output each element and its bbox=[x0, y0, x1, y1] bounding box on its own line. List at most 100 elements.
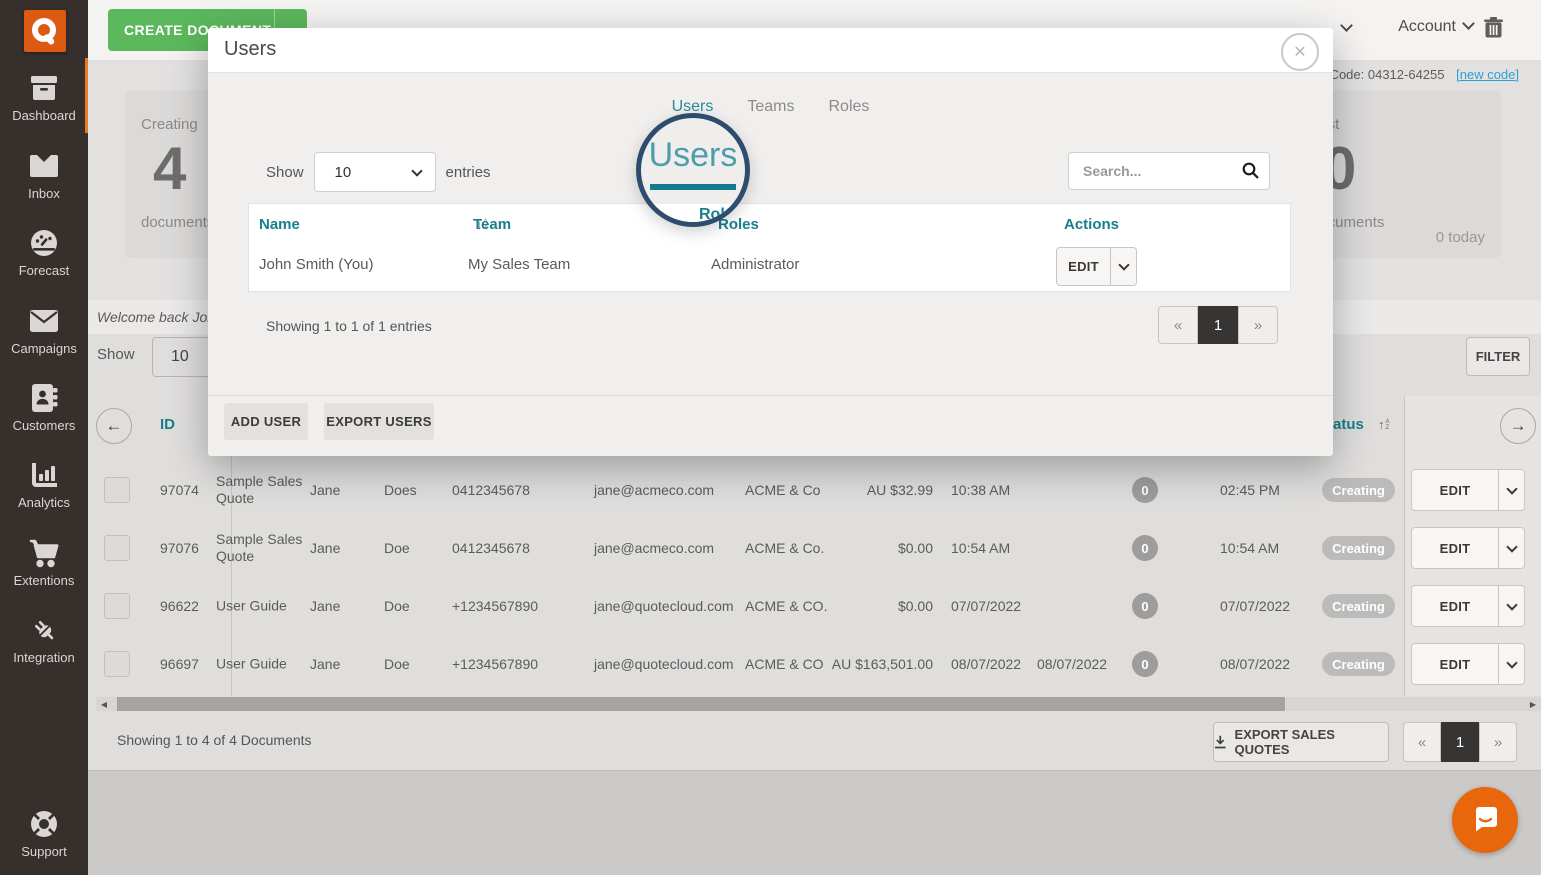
table-row: 96697 User Guide Jane Doe +1234567890 ja… bbox=[88, 635, 1541, 693]
sidebar-item-extentions[interactable]: Extentions bbox=[0, 537, 88, 588]
scroll-left-button[interactable]: ← bbox=[96, 408, 132, 444]
search-icon[interactable] bbox=[1242, 162, 1259, 179]
export-sales-quotes-button[interactable]: EXPORT SALES QUOTES bbox=[1213, 722, 1389, 762]
edit-dropdown-toggle[interactable] bbox=[1499, 469, 1525, 511]
filter-label: FILTER bbox=[1476, 349, 1521, 364]
row-edit-button[interactable]: EDIT bbox=[1411, 643, 1525, 685]
users-header-team[interactable]: Team bbox=[473, 216, 511, 233]
row-checkbox[interactable] bbox=[104, 651, 130, 677]
chat-widget-button[interactable] bbox=[1452, 787, 1518, 853]
sidebar-item-analytics[interactable]: Analytics bbox=[0, 459, 88, 510]
user-edit-button[interactable]: EDIT bbox=[1056, 247, 1137, 286]
magnified-roles-label: Roles bbox=[699, 206, 743, 224]
tab-teams[interactable]: Teams bbox=[747, 98, 794, 116]
scrollbar-left-arrow-icon[interactable]: ◀ bbox=[96, 697, 112, 711]
modal-show-entries: Show 10 entries bbox=[266, 152, 491, 192]
page-size-value: 10 bbox=[335, 164, 352, 181]
cell-email: jane@acmeco.com bbox=[594, 482, 714, 498]
cell-id: 96697 bbox=[160, 656, 199, 672]
chevron-down-icon[interactable] bbox=[1334, 20, 1351, 38]
sidebar-item-label: Support bbox=[0, 844, 88, 859]
search-input[interactable] bbox=[1068, 152, 1270, 190]
row-edit-button[interactable]: EDIT bbox=[1411, 585, 1525, 627]
modal-close-button[interactable]: ✕ bbox=[1281, 33, 1319, 71]
edit-button-label[interactable]: EDIT bbox=[1411, 643, 1499, 685]
trash-icon[interactable] bbox=[1484, 17, 1503, 44]
account-label: Account bbox=[1398, 18, 1456, 35]
download-icon bbox=[1214, 735, 1227, 749]
pagination-prev[interactable]: « bbox=[1158, 306, 1198, 344]
users-header-name[interactable]: Name ↓AZ bbox=[259, 216, 488, 233]
cell-email: jane@acmeco.com bbox=[594, 540, 714, 556]
cell-date: 08/07/2022 bbox=[1037, 656, 1107, 672]
pagination-prev[interactable]: « bbox=[1403, 722, 1441, 762]
cell-id: 97074 bbox=[160, 482, 199, 498]
cell-first-name: Jane bbox=[310, 540, 340, 556]
tab-roles[interactable]: Roles bbox=[829, 98, 870, 116]
modal-title: Users bbox=[224, 38, 276, 61]
sidebar-item-integration[interactable]: Integration bbox=[0, 614, 88, 665]
new-code-link[interactable]: [new code] bbox=[1456, 67, 1519, 82]
edit-button-label[interactable]: EDIT bbox=[1411, 469, 1499, 511]
add-user-button[interactable]: ADD USER bbox=[224, 403, 308, 440]
pagination-page-1[interactable]: 1 bbox=[1198, 306, 1238, 344]
count-badge: 0 bbox=[1132, 651, 1158, 677]
count-badge: 0 bbox=[1132, 593, 1158, 619]
sidebar-item-forecast[interactable]: Forecast bbox=[0, 227, 88, 278]
edit-dropdown-toggle[interactable] bbox=[1499, 527, 1525, 569]
scrollbar-right-arrow-icon[interactable]: ▶ bbox=[1525, 697, 1541, 711]
status-badge: Creating bbox=[1322, 536, 1395, 560]
row-checkbox[interactable] bbox=[104, 477, 130, 503]
show-entries-label: Show bbox=[97, 346, 135, 363]
account-menu[interactable]: Account bbox=[1398, 18, 1473, 36]
cell-id: 96622 bbox=[160, 598, 199, 614]
sidebar-item-label: Analytics bbox=[0, 495, 88, 510]
users-header-actions[interactable]: Actions bbox=[1064, 216, 1119, 233]
edit-button-label[interactable]: EDIT bbox=[1056, 247, 1111, 286]
edit-button-label[interactable]: EDIT bbox=[1411, 527, 1499, 569]
pagination-page-1[interactable]: 1 bbox=[1441, 722, 1479, 762]
archive-box-icon bbox=[0, 72, 88, 104]
sidebar-item-dashboard[interactable]: Dashboard bbox=[0, 72, 88, 123]
table-row: 97074 Sample Sales Quote Jane Does 04123… bbox=[88, 461, 1541, 519]
cell-phone: +1234567890 bbox=[452, 598, 538, 614]
row-checkbox[interactable] bbox=[104, 535, 130, 561]
edit-dropdown-toggle[interactable] bbox=[1499, 643, 1525, 685]
scroll-right-button[interactable]: → bbox=[1500, 408, 1536, 444]
users-table: Name ↓AZ Team Roles Actions John Smith (… bbox=[248, 203, 1291, 292]
user-cell-role: Administrator bbox=[711, 256, 799, 273]
modal-page-size-select[interactable]: 10 bbox=[314, 152, 436, 192]
sidebar-item-support[interactable]: Support bbox=[0, 808, 88, 859]
scrollbar-thumb[interactable] bbox=[117, 697, 1285, 711]
edit-dropdown-toggle[interactable] bbox=[1111, 247, 1137, 286]
filter-button[interactable]: FILTER bbox=[1466, 337, 1530, 376]
cell-amount: $0.00 bbox=[783, 540, 933, 556]
cell-date: 10:54 AM bbox=[951, 540, 1010, 556]
sidebar-item-inbox[interactable]: Inbox bbox=[0, 150, 88, 201]
pagination-next[interactable]: » bbox=[1238, 306, 1278, 344]
column-header-id[interactable]: ID bbox=[160, 416, 175, 433]
app-window: CREATE DOCUMENT Account bbox=[0, 0, 1541, 875]
cell-document-name: Sample Sales Quote bbox=[216, 473, 311, 507]
users-modal: Users ✕ Users Teams Roles Show 10 entrie… bbox=[208, 28, 1333, 456]
close-icon: ✕ bbox=[1293, 42, 1306, 62]
row-checkbox[interactable] bbox=[104, 593, 130, 619]
row-edit-button[interactable]: EDIT bbox=[1411, 469, 1525, 511]
status-badge: Creating bbox=[1322, 478, 1395, 502]
inbox-icon bbox=[0, 150, 88, 182]
horizontal-scrollbar[interactable]: ◀ ▶ bbox=[96, 697, 1541, 711]
sidebar-item-customers[interactable]: Customers bbox=[0, 382, 88, 433]
edit-button-label[interactable]: EDIT bbox=[1411, 585, 1499, 627]
app-logo[interactable] bbox=[24, 10, 66, 52]
header-label: Name bbox=[259, 216, 300, 233]
user-cell-team: My Sales Team bbox=[468, 256, 570, 273]
chevron-down-icon bbox=[411, 165, 422, 176]
edit-dropdown-toggle[interactable] bbox=[1499, 585, 1525, 627]
footer-strip bbox=[88, 771, 1541, 875]
cell-last-name: Doe bbox=[384, 656, 410, 672]
sidebar-item-campaigns[interactable]: Campaigns bbox=[0, 305, 88, 356]
export-users-button[interactable]: EXPORT USERS bbox=[324, 403, 434, 440]
pagination-next[interactable]: » bbox=[1479, 722, 1517, 762]
row-edit-button[interactable]: EDIT bbox=[1411, 527, 1525, 569]
cell-date: 02:45 PM bbox=[1220, 482, 1280, 498]
